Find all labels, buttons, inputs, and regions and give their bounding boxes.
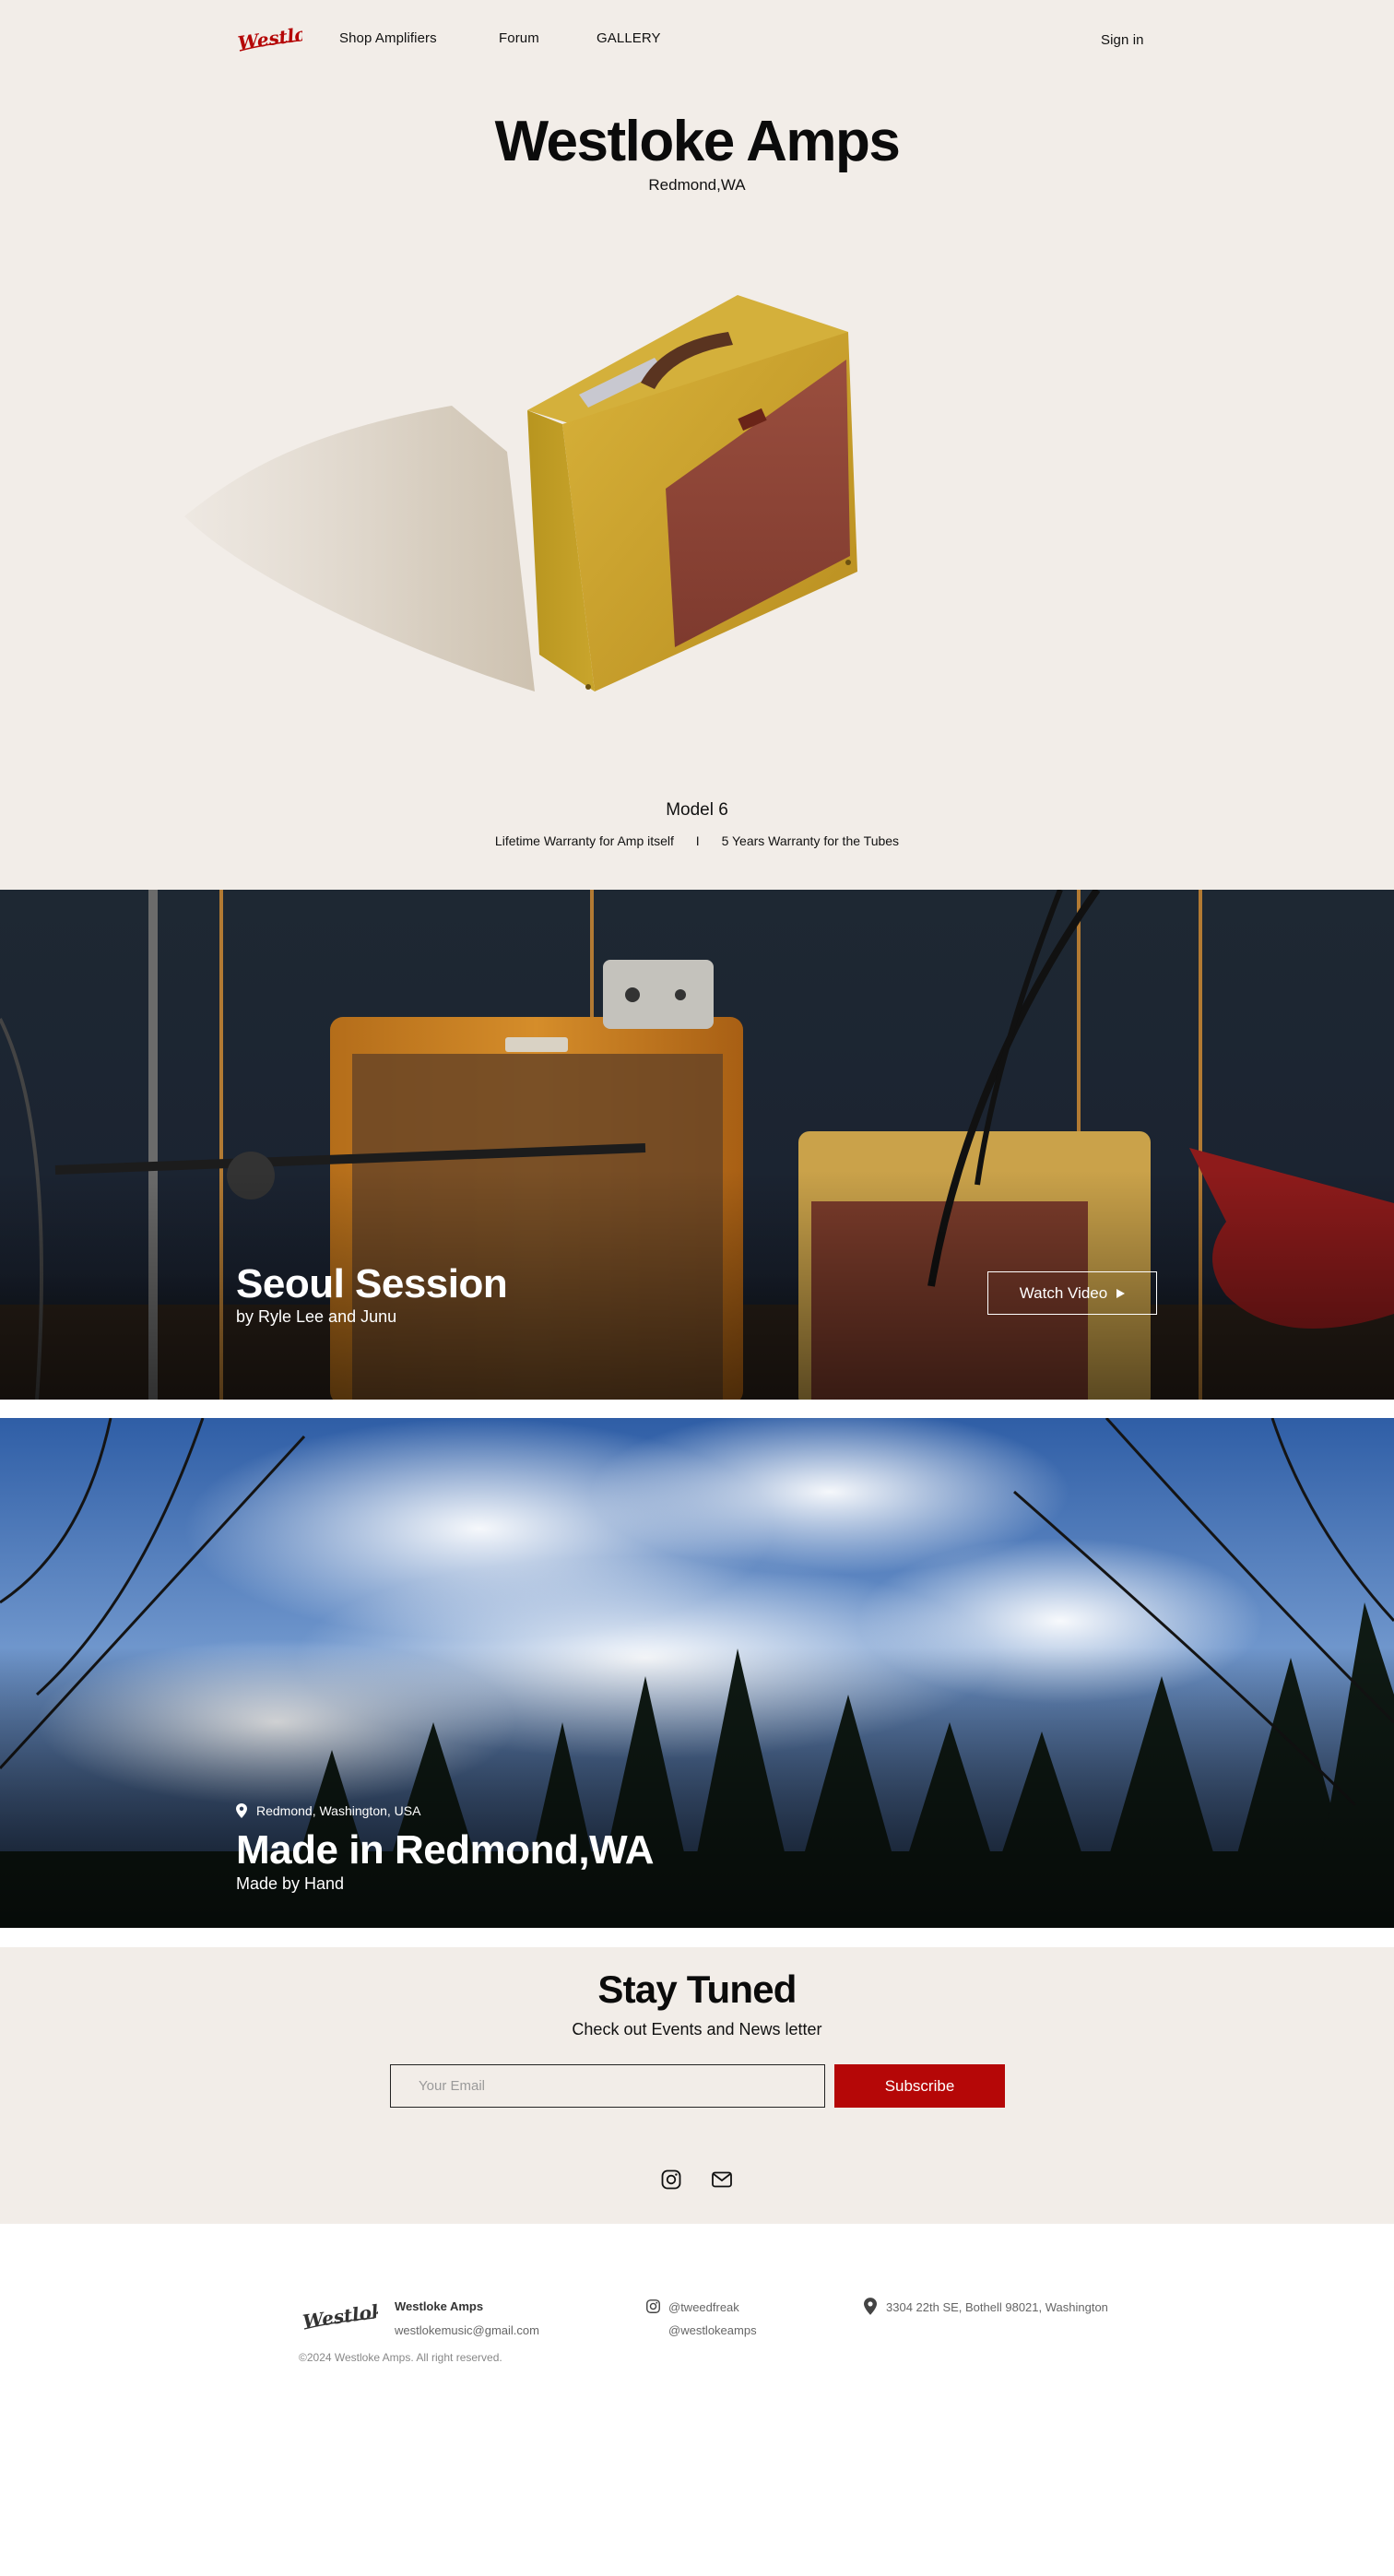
redmond-title: Made in Redmond,WA [236, 1827, 655, 1873]
session-title: Seoul Session [236, 1261, 508, 1306]
footer-instagram-link-2[interactable]: @westlokeamps [668, 2323, 757, 2337]
sign-in-link[interactable]: Sign in [1101, 32, 1144, 48]
session-subtitle: by Ryle Lee and Junu [236, 1307, 397, 1326]
westloke-logo[interactable]: Westloke [236, 22, 302, 59]
footer-instagram-link-1[interactable]: @tweedfreak [668, 2300, 739, 2314]
newsletter-subtitle: Check out Events and News letter [572, 2020, 822, 2038]
watch-video-label: Watch Video [1019, 1283, 1108, 1302]
session-banner [0, 890, 1394, 1400]
warranty-separator: I [695, 833, 700, 848]
amplifier-image [184, 295, 857, 691]
warranty-info: Lifetime Warranty for Amp itself I 5 Yea… [0, 833, 1394, 848]
footer-map-pin-icon [864, 2298, 877, 2315]
newsletter-title: Stay Tuned [597, 1967, 797, 2011]
hero-subtitle: Redmond,WA [648, 176, 746, 194]
watch-video-button[interactable]: Watch Video [987, 1271, 1157, 1315]
hero-section: Westloke Shop Amplifiers Forum GALLERY S… [0, 0, 1394, 890]
nav-gallery[interactable]: GALLERY [597, 30, 661, 46]
subscribe-button[interactable]: Subscribe [834, 2064, 1005, 2108]
footer-brand: Westloke Amps [395, 2299, 484, 2313]
redmond-banner [0, 1418, 1394, 1928]
mail-icon[interactable] [711, 2168, 733, 2191]
forest-background-image [0, 1418, 1394, 1928]
model-name: Model 6 [666, 800, 728, 820]
top-nav: Westloke Shop Amplifiers Forum GALLERY S… [0, 0, 1394, 81]
play-icon [1116, 1288, 1126, 1298]
warranty-tubes: 5 Years Warranty for the Tubes [721, 833, 900, 848]
redmond-subtitle: Made by Hand [236, 1874, 345, 1893]
map-pin-icon [236, 1803, 247, 1818]
nav-forum[interactable]: Forum [499, 30, 539, 46]
footer-email-link[interactable]: westlokemusic@gmail.com [395, 2323, 539, 2337]
email-input[interactable] [390, 2064, 825, 2108]
location-row: Redmond, Washington, USA [236, 1803, 420, 1818]
instagram-icon[interactable] [660, 2168, 682, 2191]
footer-logo[interactable]: Westloke [301, 2298, 378, 2336]
footer-copyright: ©2024 Westloke Amps. All right reserved. [299, 2351, 502, 2364]
page-title: Westloke Amps [494, 110, 901, 173]
footer-instagram-icon [646, 2299, 660, 2313]
footer-address: 3304 22th SE, Bothell 98021, Washington [886, 2300, 1108, 2314]
warranty-lifetime: Lifetime Warranty for Amp itself [494, 833, 674, 848]
nav-shop-amplifiers[interactable]: Shop Amplifiers [339, 30, 437, 46]
footer [0, 2224, 1394, 2576]
session-background-image [0, 890, 1394, 1400]
location-label: Redmond, Washington, USA [256, 1803, 421, 1818]
